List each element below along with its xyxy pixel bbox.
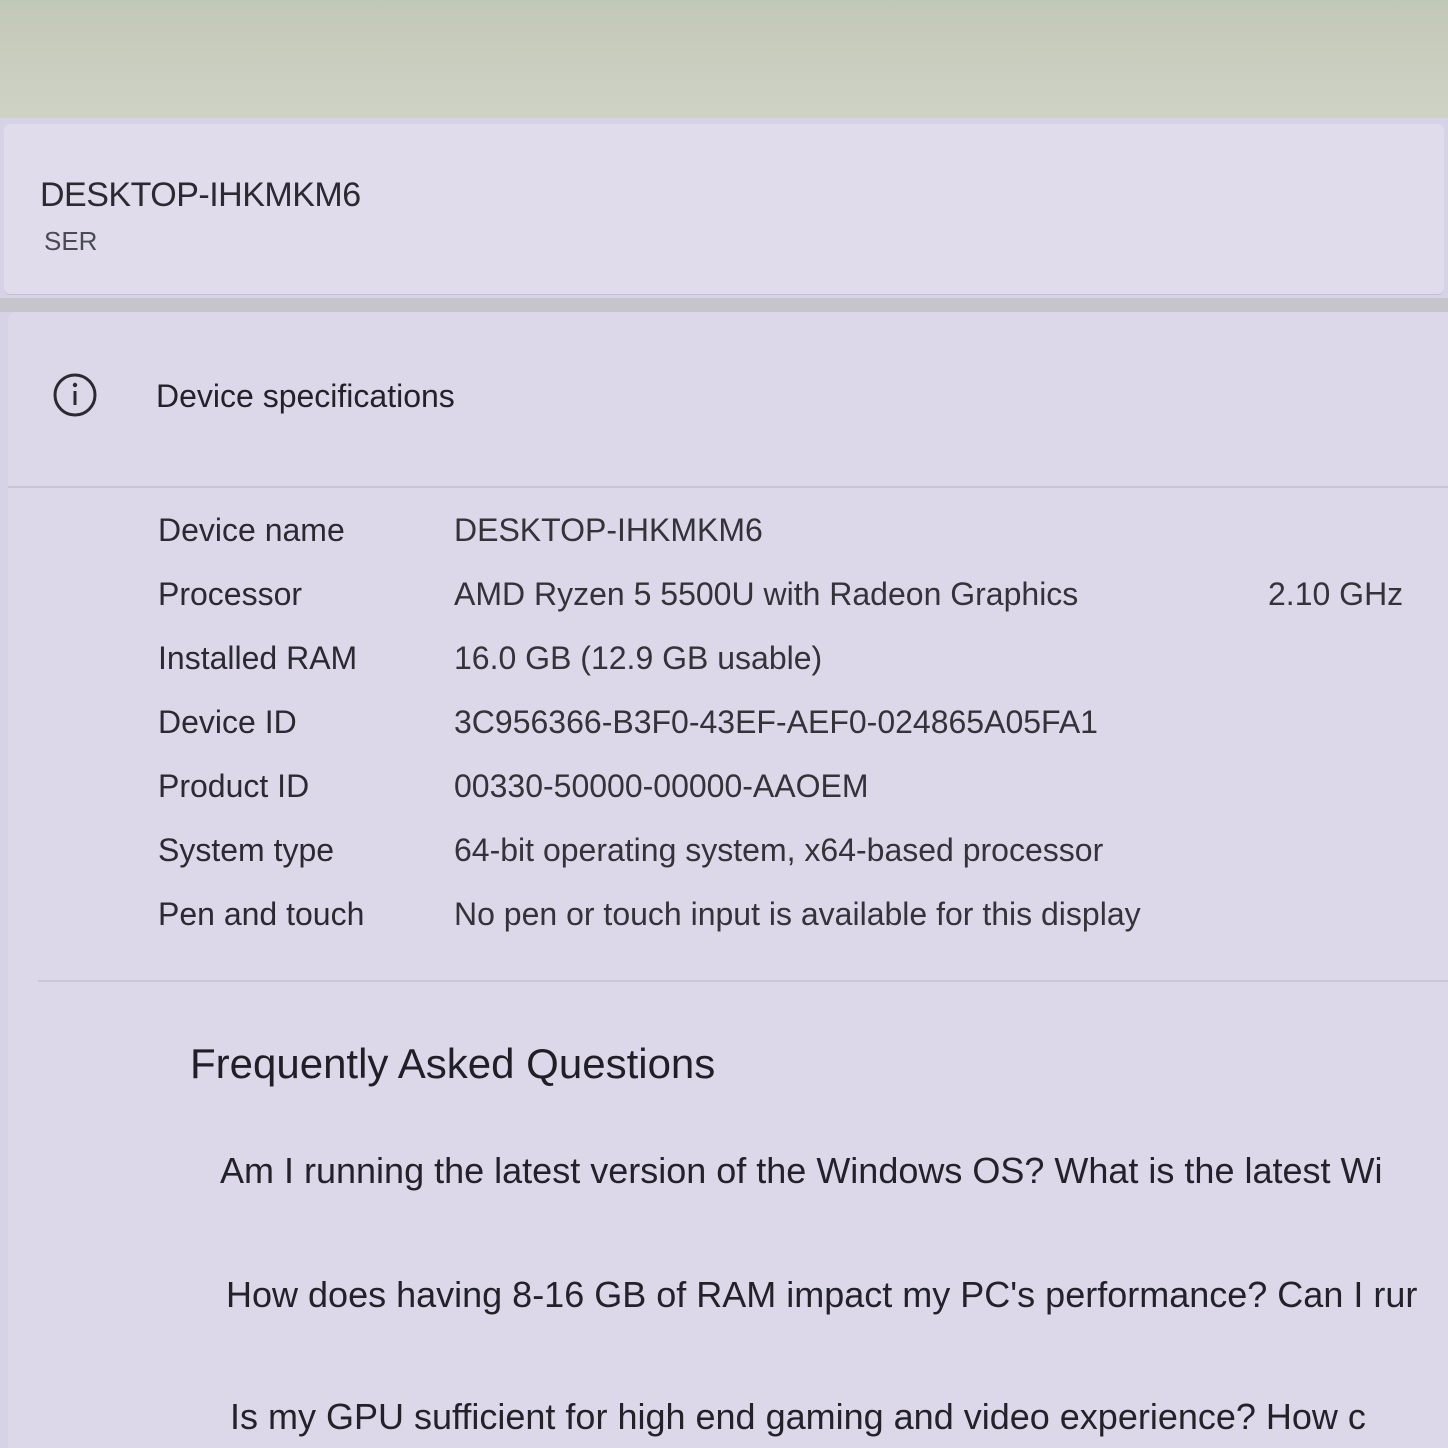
spec-row-product-id: Product ID 00330-50000-00000-AAOEM: [158, 768, 1438, 818]
spec-value: 3C956366-B3F0-43EF-AEF0-024865A05FA1: [454, 704, 1098, 740]
spec-row-installed-ram: Installed RAM 16.0 GB (12.9 GB usable): [158, 640, 1438, 690]
faq-item-gpu-gaming[interactable]: Is my GPU sufficient for high end gaming…: [230, 1396, 1448, 1438]
processor-speed: 2.10 GHz: [1268, 576, 1404, 612]
spec-label: Device name: [158, 512, 345, 548]
device-subtitle: SER: [44, 226, 98, 256]
spec-label: Pen and touch: [158, 896, 365, 932]
device-title: DESKTOP-IHKMKM6: [40, 176, 361, 214]
device-specifications-header[interactable]: Device specifications: [8, 312, 1448, 488]
desktop-background: [0, 0, 1448, 122]
faq-item-ram-performance[interactable]: How does having 8-16 GB of RAM impact my…: [226, 1274, 1448, 1316]
spec-label: System type: [158, 832, 335, 868]
info-icon: [52, 372, 98, 418]
spec-label: Product ID: [158, 768, 310, 804]
section-divider: [0, 298, 1448, 312]
spec-row-device-name: Device name DESKTOP-IHKMKM6: [158, 512, 1438, 562]
spec-value: 64-bit operating system, x64-based proce…: [454, 832, 1104, 868]
spec-value: 16.0 GB (12.9 GB usable): [454, 640, 823, 676]
settings-window: DESKTOP-IHKMKM6 SER Device specification…: [0, 118, 1448, 1448]
spec-label: Processor: [158, 576, 303, 612]
spec-row-system-type: System type 64-bit operating system, x64…: [158, 832, 1438, 882]
spec-value: DESKTOP-IHKMKM6: [454, 512, 763, 548]
spec-value: 00330-50000-00000-AAOEM: [454, 768, 869, 804]
device-specifications-card: Device specifications Device name DESKTO…: [8, 312, 1448, 1448]
spec-value: No pen or touch input is available for t…: [454, 896, 1141, 932]
faq-item-windows-version[interactable]: Am I running the latest version of the W…: [220, 1150, 1448, 1192]
spec-label: Device ID: [158, 704, 297, 740]
spec-value: AMD Ryzen 5 5500U with Radeon Graphics: [454, 576, 1079, 612]
device-header-card: DESKTOP-IHKMKM6 SER: [4, 124, 1444, 294]
faq-title: Frequently Asked Questions: [190, 1040, 716, 1087]
faq-separator: [38, 980, 1448, 982]
spec-row-pen-and-touch: Pen and touch No pen or touch input is a…: [158, 896, 1438, 946]
spec-row-device-id: Device ID 3C956366-B3F0-43EF-AEF0-024865…: [158, 704, 1438, 754]
section-title: Device specifications: [156, 378, 455, 414]
spec-row-processor: Processor AMD Ryzen 5 5500U with Radeon …: [158, 576, 1438, 626]
spec-label: Installed RAM: [158, 640, 358, 676]
